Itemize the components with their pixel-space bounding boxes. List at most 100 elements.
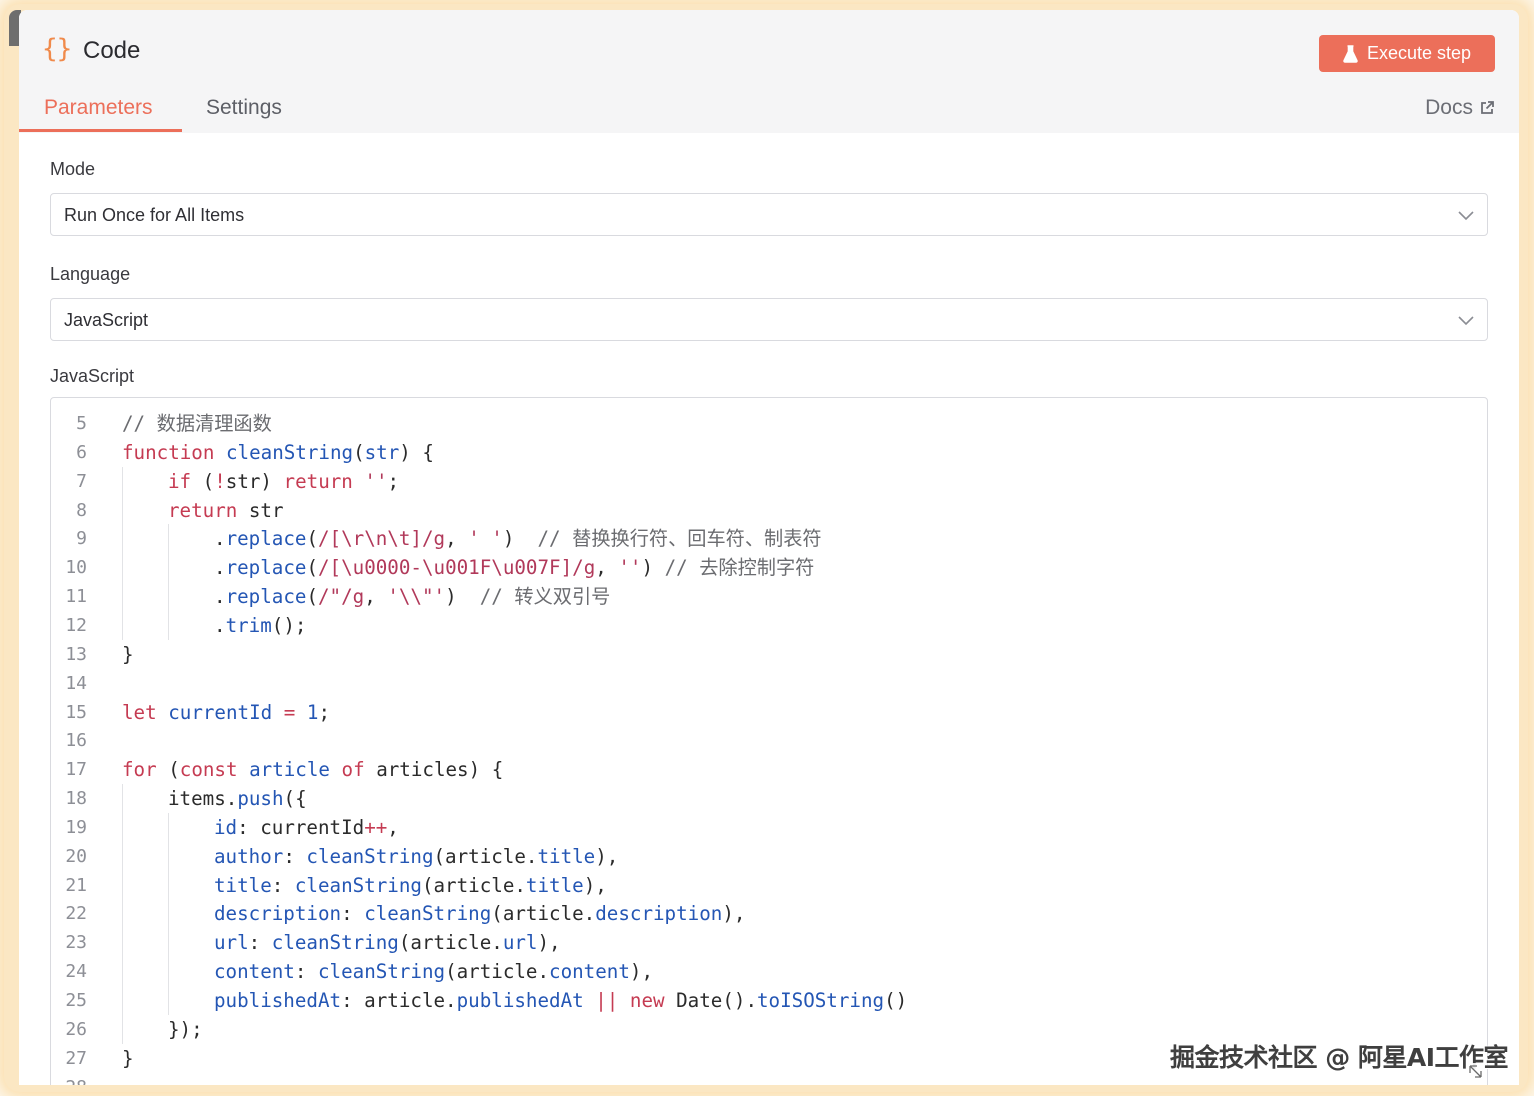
code-token: articles) {: [364, 758, 504, 782]
line-number: 23: [65, 932, 87, 954]
code-token: '': [618, 556, 642, 580]
code-text: url: cleanString(article.url),: [214, 928, 561, 957]
code-line: 22 description: cleanString(article.descr…: [51, 899, 1487, 928]
indent-guide: [122, 582, 123, 611]
code-token: description: [214, 902, 342, 926]
code-token: (: [306, 556, 318, 580]
code-token: : currentId: [237, 815, 365, 839]
code-line: 10 .replace(/[\u0000-\u001F\u007F]/g, '')…: [51, 553, 1487, 582]
language-select[interactable]: JavaScript: [50, 298, 1488, 341]
code-token: });: [168, 1017, 203, 1041]
code-token: (article.: [491, 902, 596, 926]
code-line: 24 content: cleanString(article.content),: [51, 957, 1487, 986]
indent-guide: [168, 928, 169, 958]
code-token: return: [283, 469, 353, 493]
code-text: }: [122, 1044, 134, 1073]
code-token: /[\r\n\t]/g: [318, 527, 446, 551]
code-token: description: [595, 902, 723, 926]
indent-guide: [168, 986, 169, 1015]
code-token: // 数据清理函数: [122, 412, 272, 435]
indent-guide: [122, 553, 123, 583]
node-title: Code: [83, 37, 141, 64]
code-token: ' ': [468, 527, 503, 551]
code-token: str: [364, 440, 400, 464]
line-number: 15: [65, 701, 87, 723]
code-token: =: [283, 700, 296, 724]
code-token: content: [549, 960, 630, 984]
code-line: 16: [51, 726, 1487, 755]
code-token: id: [214, 815, 238, 839]
indent-guide: [168, 582, 169, 611]
tab-settings[interactable]: Settings: [206, 96, 282, 120]
resize-handle-icon[interactable]: [1466, 1062, 1486, 1082]
code-token: }: [122, 642, 134, 666]
code-token: replace: [225, 585, 307, 609]
code-line: 19 id: currentId++,: [51, 813, 1487, 842]
code-line: 15 let currentId = 1;: [51, 698, 1487, 727]
flask-icon: [1343, 44, 1358, 63]
code-line: 5 // 数据清理函数: [51, 409, 1487, 438]
line-number: 18: [65, 788, 87, 810]
indent-guide: [168, 524, 169, 554]
mode-label: Mode: [50, 159, 96, 179]
code-line: 14: [51, 669, 1487, 698]
mode-select[interactable]: Run Once for All Items: [50, 193, 1488, 236]
code-token: !: [214, 469, 226, 493]
line-number: 10: [65, 557, 87, 579]
code-token: ): [502, 527, 538, 551]
code-label: JavaScript: [50, 366, 135, 386]
code-token: '\\"': [387, 585, 446, 609]
code-text: });: [168, 1015, 203, 1044]
code-text: .trim();: [214, 611, 306, 640]
code-line: 7 if (!str) return '';: [51, 467, 1487, 496]
tab-parameters[interactable]: Parameters: [44, 96, 153, 120]
code-token: url: [214, 931, 249, 955]
execute-step-button[interactable]: Execute step: [1319, 35, 1495, 72]
line-number: 26: [65, 1018, 87, 1040]
code-text: function cleanString(str) {: [122, 438, 434, 467]
line-number: 9: [76, 528, 87, 550]
indent-guide: [168, 812, 169, 842]
indent-guide: [122, 466, 123, 496]
code-line: 28: [51, 1073, 1487, 1085]
code-token: :: [341, 902, 365, 926]
code-text: }: [122, 640, 134, 669]
line-number: 25: [65, 990, 87, 1011]
code-token: ++: [364, 815, 388, 839]
code-token: .: [214, 527, 226, 551]
code-token: :: [283, 844, 307, 868]
code-token: 1: [306, 700, 319, 724]
code-text: title: cleanString(article.title),: [214, 871, 607, 900]
line-number: 7: [76, 470, 87, 492]
code-token: : article.: [341, 989, 457, 1012]
code-token: ,: [364, 585, 388, 609]
code-token: /[\u0000-\u001F\u007F]/g: [318, 556, 596, 580]
code-editor[interactable]: 5// 数据清理函数 6 function cleanString(str) {7 i…: [50, 397, 1488, 1085]
indent-guide: [122, 524, 123, 554]
code-line: 9 .replace(/[\r\n\t]/g, ' ') // 替换换行符、回车符…: [51, 524, 1487, 553]
line-number: 12: [65, 614, 87, 636]
code-token: ;: [387, 469, 400, 493]
indent-guide: [122, 1014, 123, 1044]
code-token: ,: [387, 815, 399, 839]
code-token: cleanString: [317, 960, 446, 984]
code-line: 11 .replace(/"/g, '\\"') // 转义双引号: [51, 582, 1487, 611]
code-token: (: [191, 469, 215, 493]
code-token: return: [168, 498, 238, 522]
line-number: 13: [65, 643, 87, 665]
indent-guide: [122, 812, 123, 842]
line-number: 27: [65, 1047, 87, 1069]
code-token: ({: [283, 787, 307, 811]
line-number: 21: [65, 874, 87, 896]
code-line: 20 author: cleanString(article.title),: [51, 842, 1487, 871]
line-number: 8: [76, 499, 87, 521]
docs-link[interactable]: Docs: [1425, 96, 1495, 120]
execute-step-label: Execute step: [1366, 43, 1472, 63]
language-label: Language: [50, 264, 131, 284]
code-line: 18 items.push({: [51, 784, 1487, 813]
code-token: publishedAt: [456, 989, 584, 1012]
line-number: 17: [65, 759, 87, 781]
code-text: content: cleanString(article.content),: [214, 957, 653, 986]
